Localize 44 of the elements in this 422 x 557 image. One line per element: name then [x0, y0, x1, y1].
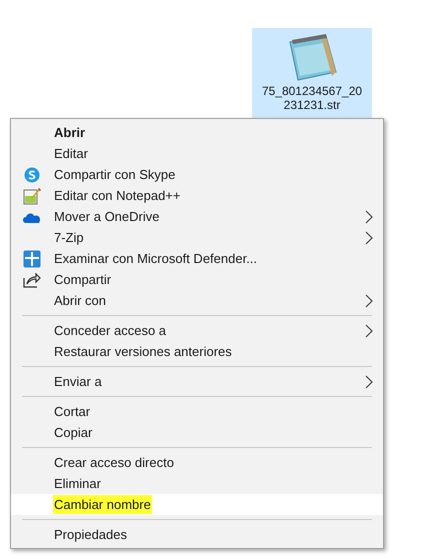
shield-window-icon	[23, 250, 41, 268]
menu-item-label: Crear acceso directo	[53, 454, 175, 472]
menu-item-label: Cambiar nombre	[53, 494, 152, 514]
menu-item[interactable]: Compartir con Skype	[11, 164, 383, 185]
menu-item[interactable]: Crear acceso directo	[11, 452, 383, 473]
menu-item[interactable]: Abrir	[11, 122, 383, 143]
file-name: 75_801234567_20	[262, 84, 362, 98]
menu-item-label: Abrir con	[53, 292, 108, 310]
menu-item-label: Editar	[53, 144, 89, 163]
menu-item-label: Compartir con Skype	[53, 166, 176, 184]
file-name: 231231.str	[284, 98, 340, 112]
cloud-icon	[22, 210, 42, 222]
menu-item[interactable]: Enviar a	[11, 371, 383, 392]
menu-item-label: Copiar	[53, 424, 94, 442]
menu-item[interactable]: Cambiar nombre	[11, 494, 383, 515]
menu-item-label: 7-Zip	[53, 228, 85, 247]
menu-item-label: Abrir	[53, 124, 86, 142]
menu-item[interactable]: Abrir con	[11, 290, 383, 311]
menu-item-label: Propiedades	[53, 526, 128, 544]
menu-item-label: Restaurar versiones anteriores	[53, 342, 233, 361]
menu-item[interactable]: Editar con Notepad++	[11, 185, 383, 206]
menu-item-label: Examinar con Microsoft Defender...	[53, 250, 258, 268]
menu-item[interactable]: Compartir	[11, 269, 383, 290]
menu-item[interactable]: Propiedades	[11, 524, 383, 545]
menu-item-label: Mover a OneDrive	[53, 208, 160, 226]
menu-item[interactable]: Cortar	[11, 401, 383, 422]
notepad-plus-icon	[23, 186, 41, 204]
menu-item-label: Cortar	[53, 402, 92, 421]
menu-item[interactable]: Conceder acceso a	[11, 320, 383, 341]
file-icon-tile[interactable]: 75_801234567_20 231231.str	[252, 28, 372, 120]
menu-item[interactable]: Restaurar versiones anteriores	[11, 341, 383, 362]
share-icon	[23, 272, 41, 288]
menu-item[interactable]: Eliminar	[11, 473, 383, 494]
menu-item[interactable]: Examinar con Microsoft Defender...	[11, 248, 383, 269]
menu-item-label: Editar con Notepad++	[53, 186, 182, 205]
menu-item-label: Conceder acceso a	[53, 322, 168, 340]
menu-item[interactable]: Editar	[11, 143, 383, 164]
menu-item[interactable]: 7-Zip	[11, 227, 383, 248]
menu-item-label: Compartir	[53, 270, 112, 289]
menu-item[interactable]: Mover a OneDrive	[11, 206, 383, 227]
menu-item[interactable]: Copiar	[11, 422, 383, 443]
skype-icon	[24, 166, 40, 182]
menu-item-label: Eliminar	[53, 474, 102, 493]
menu-item-label: Enviar a	[53, 372, 103, 391]
